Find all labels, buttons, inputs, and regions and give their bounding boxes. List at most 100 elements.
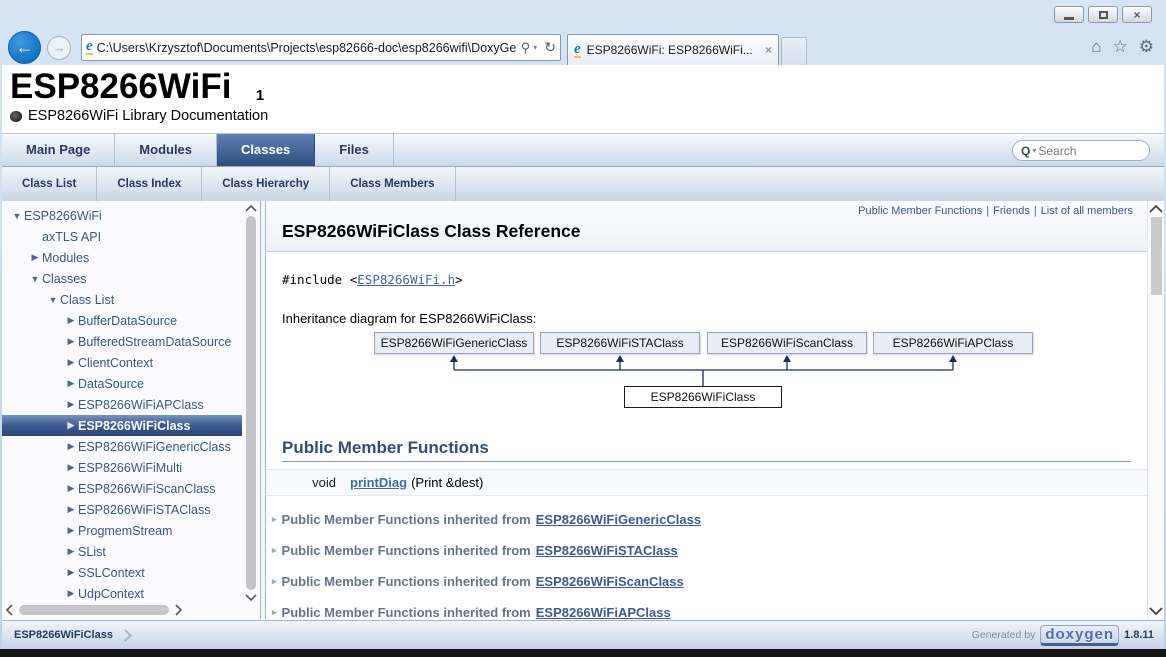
tree-item-esp8266wifimulti[interactable]: ▶ESP8266WiFiMulti bbox=[2, 457, 242, 478]
tree-item-esp8266wifigenericclass[interactable]: ▶ESP8266WiFiGenericClass bbox=[2, 436, 242, 457]
scroll-down-icon[interactable] bbox=[1149, 607, 1163, 615]
tree-expand-icon[interactable]: ▶ bbox=[64, 588, 78, 599]
address-input[interactable] bbox=[97, 41, 517, 55]
tab-class-index[interactable]: Class Index bbox=[97, 167, 202, 201]
sidebar-hscroll-thumb[interactable] bbox=[19, 605, 169, 615]
tree-expand-icon[interactable]: ▼ bbox=[10, 211, 24, 221]
favorites-star-icon[interactable]: ☆ bbox=[1113, 37, 1128, 57]
diagram-box-genericclass[interactable]: ESP8266WiFiGenericClass bbox=[374, 332, 534, 354]
main-scroll-thumb[interactable] bbox=[1151, 217, 1162, 295]
tab-close-icon[interactable]: × bbox=[765, 43, 772, 57]
link-public-member-functions[interactable]: Public Member Functions bbox=[858, 205, 982, 217]
inherited-section-apclass[interactable]: ▸ Public Member Functions inherited from… bbox=[272, 605, 1147, 619]
scroll-up-icon[interactable] bbox=[1149, 205, 1163, 213]
tree-item-clientcontext[interactable]: ▶ClientContext bbox=[2, 352, 242, 373]
tree-item-esp8266wifi[interactable]: ▼ESP8266WiFi bbox=[2, 205, 242, 226]
tree-label: axTLS API bbox=[42, 230, 101, 244]
inherited-class-link[interactable]: ESP8266WiFiSTAClass bbox=[536, 543, 678, 558]
tree-item-sslcontext[interactable]: ▶SSLContext bbox=[2, 562, 242, 583]
minimize-button[interactable] bbox=[1054, 6, 1084, 23]
tree-expand-icon[interactable]: ▶ bbox=[28, 252, 42, 263]
tab-classes[interactable]: Classes bbox=[217, 134, 315, 166]
chevron-down-icon[interactable]: ▾ bbox=[533, 43, 537, 52]
tab-files[interactable]: Files bbox=[315, 134, 394, 166]
inherited-section-staclass[interactable]: ▸ Public Member Functions inherited from… bbox=[272, 543, 1147, 558]
tree-expand-icon[interactable]: ▶ bbox=[64, 336, 78, 347]
tree-expand-icon[interactable]: ▶ bbox=[64, 483, 78, 494]
tab-class-members[interactable]: Class Members bbox=[330, 167, 455, 201]
tree-expand-icon[interactable]: ▼ bbox=[46, 295, 60, 305]
tree-expand-icon[interactable]: ▶ bbox=[64, 399, 78, 410]
tab-class-hierarchy[interactable]: Class Hierarchy bbox=[202, 167, 330, 201]
inherited-class-link[interactable]: ESP8266WiFiGenericClass bbox=[536, 512, 701, 527]
tree-expand-icon[interactable]: ▶ bbox=[64, 357, 78, 368]
tree-expand-icon[interactable]: ▶ bbox=[64, 420, 78, 431]
sidebar-horizontal-scrollbar[interactable] bbox=[6, 603, 238, 617]
browser-tab[interactable]: e ESP8266WiFi: ESP8266WiFi... × bbox=[567, 34, 779, 65]
back-arrow-icon: ← bbox=[16, 37, 34, 58]
tree-expand-icon[interactable]: ▶ bbox=[64, 462, 78, 473]
tree-item-esp8266wifistaclass[interactable]: ▶ESP8266WiFiSTAClass bbox=[2, 499, 242, 520]
public-member-functions-heading: Public Member Functions bbox=[282, 438, 1131, 462]
inherited-class-link[interactable]: ESP8266WiFiScanClass bbox=[536, 574, 684, 589]
diagram-box-scanclass[interactable]: ESP8266WiFiScanClass bbox=[707, 332, 867, 354]
tree-label: UdpContext bbox=[78, 587, 144, 601]
tab-modules[interactable]: Modules bbox=[115, 134, 217, 166]
tree-item-modules[interactable]: ▶Modules bbox=[2, 247, 242, 268]
include-file-link[interactable]: ESP8266WiFi.h bbox=[357, 272, 455, 287]
scroll-right-icon[interactable] bbox=[175, 604, 182, 616]
tree-item-esp8266wifiscanclass[interactable]: ▶ESP8266WiFiScanClass bbox=[2, 478, 242, 499]
inherited-class-link[interactable]: ESP8266WiFiAPClass bbox=[536, 605, 671, 619]
tree-item-datasource[interactable]: ▶DataSource bbox=[2, 373, 242, 394]
doc-search-box[interactable]: Q ▾ bbox=[1012, 140, 1150, 161]
new-tab-button[interactable] bbox=[781, 37, 807, 65]
diagram-box-apclass[interactable]: ESP8266WiFiAPClass bbox=[873, 332, 1033, 354]
tree-item-esp8266wifiapclass[interactable]: ▶ESP8266WiFiAPClass bbox=[2, 394, 242, 415]
tree-item-slist[interactable]: ▶SList bbox=[2, 541, 242, 562]
link-list-of-all-members[interactable]: List of all members bbox=[1041, 205, 1133, 217]
back-button[interactable]: ← bbox=[8, 31, 41, 64]
tree-item-bufferdatasource[interactable]: ▶BufferDataSource bbox=[2, 310, 242, 331]
search-icon[interactable]: ⚲ bbox=[521, 40, 531, 56]
member-name-link[interactable]: printDiag bbox=[350, 475, 407, 490]
tree-item-udpcontext[interactable]: ▶UdpContext bbox=[2, 583, 242, 603]
address-bar[interactable]: e ⚲ ▾ ↻ bbox=[81, 34, 561, 61]
scroll-down-icon[interactable] bbox=[245, 594, 257, 601]
link-friends[interactable]: Friends bbox=[993, 205, 1030, 217]
tab-class-list[interactable]: Class List bbox=[2, 167, 97, 201]
main-vertical-scrollbar[interactable] bbox=[1147, 201, 1164, 619]
main-content: Public Member Functions|Friends|List of … bbox=[266, 201, 1164, 619]
doxygen-logo[interactable]: doxygen bbox=[1040, 625, 1119, 646]
scroll-left-icon[interactable] bbox=[6, 604, 13, 616]
tree-item-progmemstream[interactable]: ▶ProgmemStream bbox=[2, 520, 242, 541]
restore-button[interactable] bbox=[1088, 6, 1118, 23]
breadcrumb-esp8266wificlass[interactable]: ESP8266WiFiClass bbox=[14, 629, 113, 641]
home-icon[interactable]: ⌂ bbox=[1091, 37, 1101, 57]
tree-expand-icon[interactable]: ▶ bbox=[64, 546, 78, 557]
tree-item-bufferedstreamdatasource[interactable]: ▶BufferedStreamDataSource bbox=[2, 331, 242, 352]
gear-icon[interactable]: ⚙ bbox=[1139, 37, 1154, 57]
tree-expand-icon[interactable]: ▶ bbox=[64, 315, 78, 326]
tree-item-class-list[interactable]: ▼Class List bbox=[2, 289, 242, 310]
close-button[interactable]: × bbox=[1122, 6, 1152, 23]
diagram-box-staclass[interactable]: ESP8266WiFiSTAClass bbox=[540, 332, 700, 354]
scroll-up-icon[interactable] bbox=[245, 205, 257, 212]
tree-expand-icon[interactable]: ▶ bbox=[64, 441, 78, 452]
tab-main-page[interactable]: Main Page bbox=[2, 134, 115, 166]
sidebar-scroll-thumb[interactable] bbox=[246, 216, 256, 590]
tree-item-axtls-api[interactable]: axTLS API bbox=[2, 226, 242, 247]
inherited-section-genericclass[interactable]: ▸ Public Member Functions inherited from… bbox=[272, 512, 1147, 527]
tree-expand-icon[interactable]: ▼ bbox=[28, 274, 42, 284]
sidebar-vertical-scrollbar[interactable] bbox=[244, 205, 258, 601]
tree-expand-icon[interactable]: ▶ bbox=[64, 567, 78, 578]
forward-button[interactable]: → bbox=[47, 36, 71, 60]
tree-expand-icon[interactable]: ▶ bbox=[64, 378, 78, 389]
tree-item-classes[interactable]: ▼Classes bbox=[2, 268, 242, 289]
doc-search-input[interactable] bbox=[1038, 144, 1141, 158]
tree-expand-icon[interactable]: ▶ bbox=[64, 525, 78, 536]
tree-item-esp8266wificlass[interactable]: ▶ESP8266WiFiClass bbox=[2, 415, 242, 436]
tree-expand-icon[interactable]: ▶ bbox=[64, 504, 78, 515]
refresh-icon[interactable]: ↻ bbox=[544, 39, 556, 56]
doc-search-chevron-icon[interactable]: ▾ bbox=[1032, 146, 1036, 155]
inherited-section-scanclass[interactable]: ▸ Public Member Functions inherited from… bbox=[272, 574, 1147, 589]
